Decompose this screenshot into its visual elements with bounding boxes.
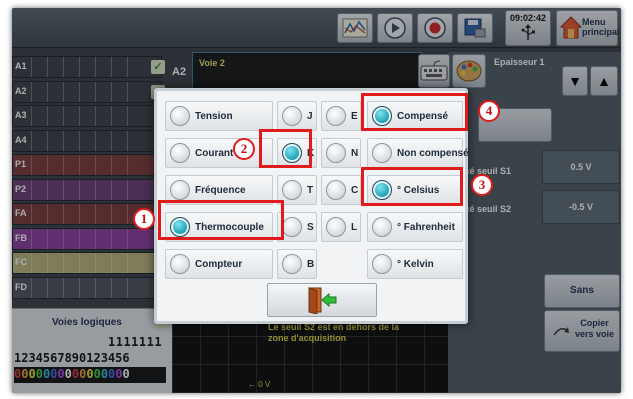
option-kelvin-label: ° Kelvin xyxy=(397,258,434,270)
radio-frequence[interactable] xyxy=(170,180,190,200)
radio-thermo-l[interactable] xyxy=(326,217,346,237)
radio-thermo-n[interactable] xyxy=(326,143,346,163)
radio-thermo-s[interactable] xyxy=(282,217,302,237)
option-tension[interactable]: Tension xyxy=(165,101,273,131)
option-kelvin[interactable]: ° Kelvin xyxy=(367,249,463,279)
radio-compteur[interactable] xyxy=(170,254,190,274)
radio-kelvin[interactable] xyxy=(372,254,392,274)
highlight-box-3 xyxy=(361,167,463,206)
radio-thermo-e[interactable] xyxy=(326,106,346,126)
option-courant-label: Courant xyxy=(195,147,234,159)
annotation-badge-3: 3 xyxy=(471,174,493,196)
option-thermo-j-label: J xyxy=(307,110,313,122)
exit-button[interactable] xyxy=(267,283,377,317)
radio-thermo-c[interactable] xyxy=(326,180,346,200)
option-non-compense[interactable]: Non compensé xyxy=(367,138,469,168)
option-thermo-t-label: T xyxy=(307,184,314,196)
option-frequence-label: Fréquence xyxy=(195,184,246,196)
highlight-box-2 xyxy=(259,129,312,168)
radio-fahrenheit[interactable] xyxy=(372,217,392,237)
option-compteur[interactable]: Compteur xyxy=(165,249,273,279)
option-thermo-b[interactable]: B xyxy=(277,249,317,279)
exit-door-icon xyxy=(308,287,337,314)
option-thermo-c-label: C xyxy=(351,184,359,196)
option-thermo-s-label: S xyxy=(307,221,314,233)
highlight-box-1 xyxy=(158,200,284,240)
annotation-badge-2: 2 xyxy=(233,138,255,160)
option-thermo-e-label: E xyxy=(351,110,358,122)
option-thermo-c[interactable]: C xyxy=(321,175,361,205)
option-compteur-label: Compteur xyxy=(195,258,243,270)
radio-non-compense[interactable] xyxy=(372,143,392,163)
radio-tension[interactable] xyxy=(170,106,190,126)
option-thermo-n-label: N xyxy=(351,147,359,159)
option-non-compense-label: Non compensé xyxy=(397,147,469,159)
option-thermo-n[interactable]: N xyxy=(321,138,361,168)
radio-thermo-b[interactable] xyxy=(282,254,302,274)
option-fahrenheit[interactable]: ° Fahrenheit xyxy=(367,212,463,242)
radio-thermo-t[interactable] xyxy=(282,180,302,200)
option-thermo-l[interactable]: L xyxy=(321,212,361,242)
option-thermo-l-label: L xyxy=(351,221,358,233)
option-courant[interactable]: Courant xyxy=(165,138,273,168)
annotation-badge-1: 1 xyxy=(133,208,155,230)
option-thermo-j[interactable]: J xyxy=(277,101,317,131)
option-fahrenheit-label: ° Fahrenheit xyxy=(397,221,455,233)
radio-thermo-j[interactable] xyxy=(282,106,302,126)
annotation-badge-4: 4 xyxy=(478,100,500,122)
highlight-box-4 xyxy=(361,93,468,131)
option-thermo-e[interactable]: E xyxy=(321,101,361,131)
option-thermo-b-label: B xyxy=(307,258,315,270)
option-tension-label: Tension xyxy=(195,110,233,122)
radio-courant[interactable] xyxy=(170,143,190,163)
